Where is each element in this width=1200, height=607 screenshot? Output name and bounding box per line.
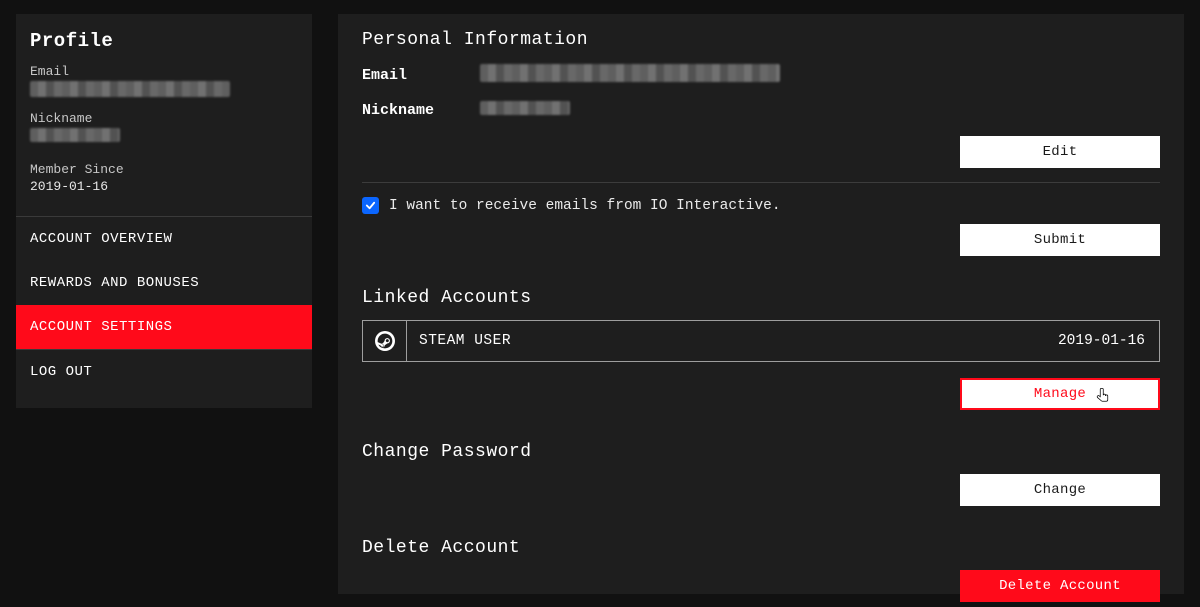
personal-info-heading: Personal Information [362, 30, 1160, 50]
linked-account-row: STEAM USER 2019-01-16 [362, 320, 1160, 362]
nickname-value [480, 101, 570, 120]
main-panel: Personal Information Email Nickname Edit… [338, 14, 1184, 594]
submit-button[interactable]: Submit [960, 224, 1160, 256]
sidebar-member-since-value: 2019-01-16 [30, 179, 298, 194]
delete-account-heading: Delete Account [362, 538, 1160, 558]
steam-icon [375, 331, 395, 351]
sidebar-email-label: Email [30, 64, 298, 79]
linked-accounts-heading: Linked Accounts [362, 288, 1160, 308]
linked-platform-date: 2019-01-16 [1058, 321, 1159, 361]
delete-account-button[interactable]: Delete Account [960, 570, 1160, 602]
manage-button-label: Manage [1034, 386, 1086, 402]
nickname-row: Nickname [362, 101, 1160, 120]
personal-info-section: Personal Information Email Nickname Edit… [362, 30, 1160, 256]
sidebar-nickname-label: Nickname [30, 111, 298, 126]
nickname-label: Nickname [362, 102, 456, 119]
sidebar-nav: ACCOUNT OVERVIEW REWARDS AND BONUSES ACC… [16, 216, 312, 394]
profile-heading: Profile [30, 30, 298, 52]
nav-log-out[interactable]: LOG OUT [16, 349, 312, 394]
sidebar-member-since-label: Member Since [30, 162, 298, 177]
linked-accounts-section: Linked Accounts STEAM USER 2019-01-16 Ma… [362, 288, 1160, 410]
nav-account-overview[interactable]: ACCOUNT OVERVIEW [16, 217, 312, 261]
nav-account-settings[interactable]: ACCOUNT SETTINGS [16, 305, 312, 349]
linked-platform-icon-cell [363, 321, 407, 361]
change-password-button[interactable]: Change [960, 474, 1160, 506]
email-row: Email [362, 64, 1160, 87]
manage-button[interactable]: Manage [960, 378, 1160, 410]
email-label: Email [362, 67, 456, 84]
sidebar-email-value [30, 81, 298, 101]
divider [362, 182, 1160, 183]
nav-rewards-bonuses[interactable]: REWARDS AND BONUSES [16, 261, 312, 305]
email-value [480, 64, 780, 87]
profile-block: Profile Email Nickname Member Since 2019… [16, 14, 312, 204]
sidebar-nickname-value [30, 128, 298, 146]
change-password-heading: Change Password [362, 442, 1160, 462]
newsletter-row: I want to receive emails from IO Interac… [362, 197, 1160, 214]
sidebar: Profile Email Nickname Member Since 2019… [16, 14, 312, 408]
check-icon [365, 200, 376, 211]
cursor-icon [1096, 387, 1112, 405]
linked-platform-name: STEAM USER [407, 321, 1058, 361]
edit-button[interactable]: Edit [960, 136, 1160, 168]
newsletter-checkbox[interactable] [362, 197, 379, 214]
delete-account-section: Delete Account Delete Account [362, 538, 1160, 602]
change-password-section: Change Password Change [362, 442, 1160, 506]
newsletter-label: I want to receive emails from IO Interac… [389, 198, 781, 214]
